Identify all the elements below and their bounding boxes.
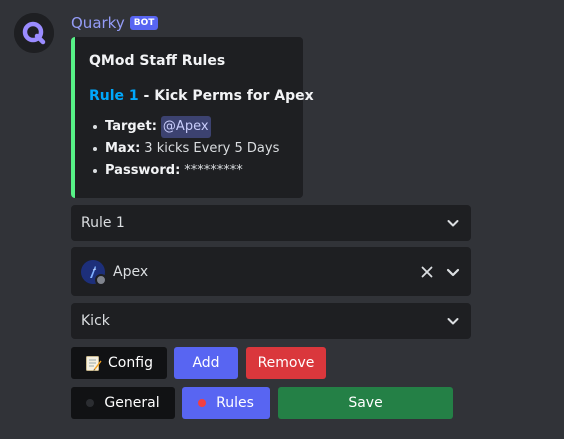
config-label: Config [108, 355, 153, 371]
bot-avatar[interactable] [14, 13, 54, 53]
save-button[interactable]: Save [278, 387, 453, 419]
field-value: ********* [184, 163, 243, 178]
general-button[interactable]: General [71, 387, 175, 419]
field-target: Target: @Apex [89, 116, 279, 138]
rules-label: Rules [216, 395, 254, 411]
field-password: Password: ********* [89, 160, 279, 182]
field-key: Max: [105, 141, 141, 156]
bot-username[interactable]: Quarky [71, 14, 125, 32]
bullet [93, 169, 97, 173]
rule-select-value: Rule 1 [81, 215, 125, 231]
rule-link[interactable]: Rule 1 [89, 88, 139, 104]
field-key: Password: [105, 163, 181, 178]
field-key: Target: [105, 119, 157, 134]
add-button[interactable]: Add [174, 347, 238, 379]
general-dot-icon [86, 399, 95, 407]
embed-title: QMod Staff Rules [89, 53, 226, 69]
rules-button[interactable]: Rules [182, 387, 270, 419]
bullet [93, 147, 97, 151]
rules-embed: QMod Staff Rules Rule 1 - Kick Perms for… [71, 37, 314, 198]
user-avatar [81, 259, 107, 286]
chevron-down-icon [447, 220, 459, 227]
config-button[interactable]: Config [71, 347, 167, 379]
clear-icon[interactable] [419, 264, 435, 280]
user-select[interactable]: Apex [71, 247, 471, 296]
bot-tag: BOT [129, 16, 159, 30]
embed-fields: Target: @Apex Max: 3 kicks Every 5 Days … [89, 116, 279, 182]
remove-button[interactable]: Remove [246, 347, 326, 379]
field-max: Max: 3 kicks Every 5 Days [89, 138, 279, 160]
rule-select[interactable]: Rule 1 [71, 205, 471, 241]
user-select-value: Apex [113, 263, 149, 280]
field-value: 3 kicks Every 5 Days [144, 141, 280, 156]
memo-icon [86, 355, 102, 371]
message-header: Quarky BOT [71, 13, 159, 33]
chevron-down-icon [446, 268, 460, 276]
bullet [93, 125, 97, 129]
user-mention[interactable]: @Apex [160, 116, 211, 138]
action-select-value: Kick [81, 313, 110, 329]
rules-dot-icon [198, 399, 207, 407]
general-label: General [104, 395, 160, 411]
quarky-q-logo-icon [14, 13, 54, 53]
embed-rule-heading: Rule 1 - Kick Perms for Apex [89, 88, 314, 104]
bot-message: Quarky BOT QMod Staff Rules Rule 1 - Kic… [0, 0, 564, 439]
chevron-down-icon [447, 318, 459, 325]
rule-description: - Kick Perms for Apex [138, 88, 314, 104]
status-indicator [95, 273, 107, 286]
action-select[interactable]: Kick [71, 303, 471, 339]
